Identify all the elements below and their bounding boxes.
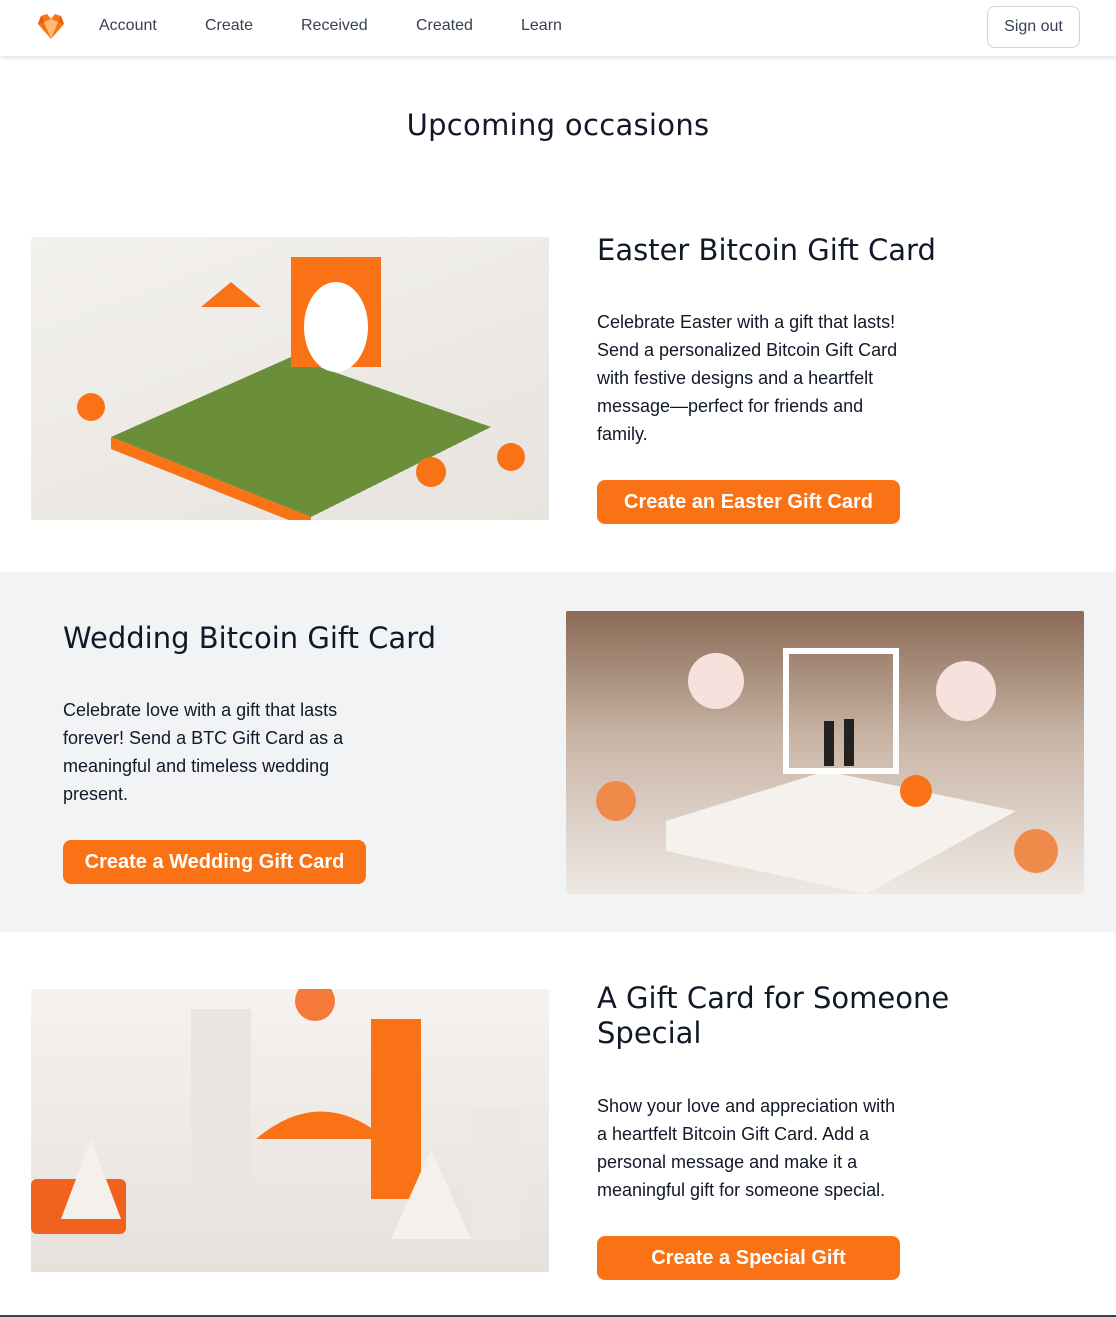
nav-account[interactable]: Account — [99, 17, 157, 35]
heart-gem-logo[interactable] — [36, 12, 66, 40]
card-description: Show your love and appreciation with a h… — [597, 1096, 896, 1200]
special-gift-card-image — [31, 989, 549, 1272]
card-title: Easter Bitcoin Gift Card — [597, 233, 936, 267]
nav-learn[interactable]: Learn — [521, 17, 562, 35]
create-wedding-gift-card-button[interactable]: Create a Wedding Gift Card — [63, 840, 366, 884]
sign-out-button[interactable]: Sign out — [987, 6, 1080, 48]
card-title: A Gift Card for Someone Special — [597, 981, 950, 1050]
card-description: Celebrate Easter with a gift that lasts!… — [597, 312, 898, 444]
create-special-gift-button[interactable]: Create a Special Gift — [597, 1236, 900, 1280]
top-nav: Account Create Received Created Learn Si… — [0, 0, 1116, 56]
wedding-card-image — [566, 611, 1084, 894]
card-description: Celebrate love with a gift that lasts fo… — [63, 700, 344, 804]
nav-created[interactable]: Created — [416, 17, 473, 35]
create-easter-gift-card-button[interactable]: Create an Easter Gift Card — [597, 480, 900, 524]
nav-create[interactable]: Create — [205, 17, 253, 35]
card-title: Wedding Bitcoin Gift Card — [63, 621, 437, 655]
page-title: Upcoming occasions — [406, 108, 710, 142]
nav-received[interactable]: Received — [301, 17, 368, 35]
easter-card-image — [31, 237, 549, 520]
